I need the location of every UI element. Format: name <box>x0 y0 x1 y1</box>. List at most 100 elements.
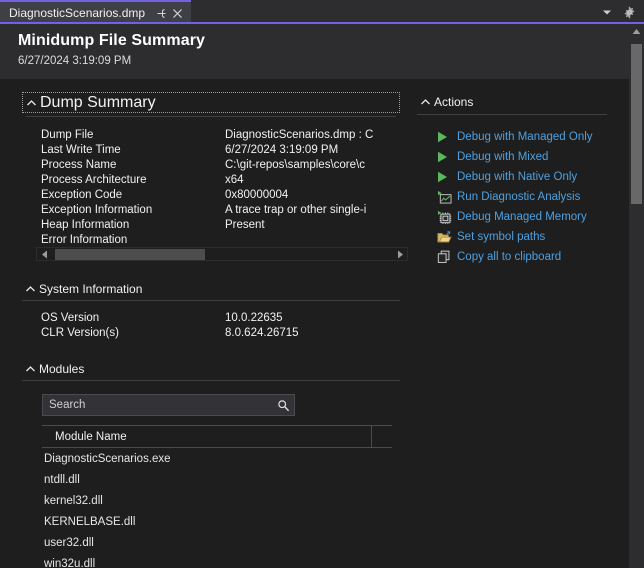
actions-title: Actions <box>434 95 473 109</box>
column-header-module-name[interactable]: Module Name <box>42 426 372 448</box>
modules-header[interactable]: Modules <box>22 359 400 378</box>
play-icon <box>437 149 457 165</box>
scrollbar-track[interactable] <box>51 248 393 260</box>
action-label: Copy all to clipboard <box>457 251 561 263</box>
system-information-title: System Information <box>39 282 142 296</box>
row-key: Heap Information <box>22 219 225 234</box>
action-copy-all-to-clipboard[interactable]: Copy all to clipboard <box>437 247 613 267</box>
table-row: Dump File DiagnosticScenarios.dmp : C <box>22 129 400 144</box>
modules-search-box[interactable] <box>42 394 295 416</box>
triangle-left-icon[interactable] <box>37 248 51 260</box>
chevron-down-icon[interactable] <box>599 4 615 20</box>
table-row[interactable]: user32.dll <box>42 532 392 553</box>
row-value: 10.0.22635 <box>225 312 283 327</box>
page-title: Minidump File Summary <box>18 32 629 50</box>
modules-title: Modules <box>39 362 84 376</box>
minidump-summary-window: DiagnosticScenarios.dmp Minidump File Su… <box>0 0 644 568</box>
pin-icon[interactable] <box>153 5 169 21</box>
scrollbar-track[interactable] <box>629 39 644 568</box>
table-row: Last Write Time 6/27/2024 3:19:09 PM <box>22 144 400 159</box>
memory-chip-icon <box>437 209 457 225</box>
module-name: DiagnosticScenarios.exe <box>44 453 171 465</box>
copy-icon <box>437 249 457 265</box>
row-key: Dump File <box>22 129 225 144</box>
scrollbar-thumb[interactable] <box>631 44 642 204</box>
modules-grid: Module Name DiagnosticScenarios.exe ntdl… <box>42 425 392 568</box>
action-set-symbol-paths[interactable]: Set symbol paths <box>437 227 613 247</box>
system-information-table: OS Version 10.0.22635 CLR Version(s) 8.0… <box>22 312 400 342</box>
row-value: Present <box>225 219 388 234</box>
chevron-up-icon <box>23 100 40 106</box>
action-debug-managed-memory[interactable]: Debug Managed Memory <box>437 207 613 227</box>
system-information-section: System Information OS Version 10.0.22635… <box>22 279 400 342</box>
search-input[interactable] <box>43 399 272 411</box>
module-name: KERNELBASE.dll <box>44 516 135 528</box>
action-debug-with-native-only[interactable]: Debug with Native Only <box>437 167 613 187</box>
tab-diagnosticscenarios-dmp[interactable]: DiagnosticScenarios.dmp <box>0 0 191 24</box>
action-label: Debug Managed Memory <box>457 211 587 223</box>
module-name: ntdll.dll <box>44 474 80 486</box>
play-icon <box>437 169 457 185</box>
search-icon[interactable] <box>272 399 294 412</box>
dump-summary-divider <box>26 116 396 117</box>
triangle-right-icon[interactable] <box>393 248 407 260</box>
row-value: A trace trap or other single-i <box>225 204 388 219</box>
row-value: x64 <box>225 174 388 189</box>
module-name: kernel32.dll <box>44 495 103 507</box>
row-key: Process Architecture <box>22 174 225 189</box>
actions-header[interactable]: Actions <box>417 92 613 111</box>
actions-list: Debug with Managed Only Debug with Mixed… <box>417 127 613 267</box>
page-timestamp: 6/27/2024 3:19:09 PM <box>18 55 629 67</box>
page-vertical-scrollbar[interactable] <box>629 24 644 568</box>
scrollbar-thumb[interactable] <box>55 249 205 260</box>
content-area: Dump Summary Dump File DiagnosticScenari… <box>0 79 629 568</box>
chevron-up-icon <box>22 286 39 292</box>
row-key: OS Version <box>22 312 225 327</box>
dump-summary-section: Dump Summary Dump File DiagnosticScenari… <box>22 92 400 249</box>
table-row: CLR Version(s) 8.0.624.26715 <box>22 327 400 342</box>
table-row[interactable]: kernel32.dll <box>42 490 392 511</box>
action-run-diagnostic-analysis[interactable]: Run Diagnostic Analysis <box>437 187 613 207</box>
chart-analysis-icon <box>437 189 457 205</box>
system-information-header[interactable]: System Information <box>22 279 400 298</box>
row-value: 0x80000004 <box>225 189 388 204</box>
page-header: Minidump File Summary 6/27/2024 3:19:09 … <box>0 24 629 79</box>
chevron-up-icon <box>22 366 39 372</box>
row-value: C:\git-repos\samples\core\c <box>225 159 388 174</box>
modules-grid-body: DiagnosticScenarios.exe ntdll.dll kernel… <box>42 448 392 568</box>
modules-section: Modules Module Name Diagnostic <box>22 359 400 568</box>
table-row: Exception Information A trace trap or ot… <box>22 204 400 219</box>
dump-summary-header[interactable]: Dump Summary <box>22 92 400 113</box>
close-icon[interactable] <box>169 5 185 21</box>
table-row[interactable]: ntdll.dll <box>42 469 392 490</box>
row-key: Last Write Time <box>22 144 225 159</box>
dump-summary-title: Dump Summary <box>40 94 156 112</box>
table-row: Exception Code 0x80000004 <box>22 189 400 204</box>
folder-open-icon <box>437 229 457 245</box>
row-value: DiagnosticScenarios.dmp : C <box>225 129 388 144</box>
table-row[interactable]: KERNELBASE.dll <box>42 511 392 532</box>
row-value: 8.0.624.26715 <box>225 327 299 342</box>
action-label: Debug with Native Only <box>457 171 577 183</box>
system-information-divider <box>22 300 400 301</box>
table-row: Heap Information Present <box>22 219 400 234</box>
table-row: Process Name C:\git-repos\samples\core\c <box>22 159 400 174</box>
action-debug-with-managed-only[interactable]: Debug with Managed Only <box>437 127 613 147</box>
action-label: Set symbol paths <box>457 231 545 243</box>
table-row[interactable]: DiagnosticScenarios.exe <box>42 448 392 469</box>
dump-summary-horizontal-scrollbar[interactable] <box>36 247 408 261</box>
action-label: Run Diagnostic Analysis <box>457 191 580 203</box>
chevron-up-icon <box>417 99 434 105</box>
table-row[interactable]: win32u.dll <box>42 553 392 568</box>
play-icon <box>437 129 457 145</box>
action-debug-with-mixed[interactable]: Debug with Mixed <box>437 147 613 167</box>
column-header-spacer <box>372 426 392 448</box>
table-row: Process Architecture x64 <box>22 174 400 189</box>
actions-section: Actions Debug with Managed Only Debug wi… <box>417 92 613 267</box>
action-label: Debug with Managed Only <box>457 131 593 143</box>
modules-grid-header: Module Name <box>42 426 392 448</box>
row-key: Exception Code <box>22 189 225 204</box>
actions-divider <box>417 114 607 115</box>
triangle-up-icon[interactable] <box>629 24 644 39</box>
gear-icon[interactable] <box>621 4 637 20</box>
